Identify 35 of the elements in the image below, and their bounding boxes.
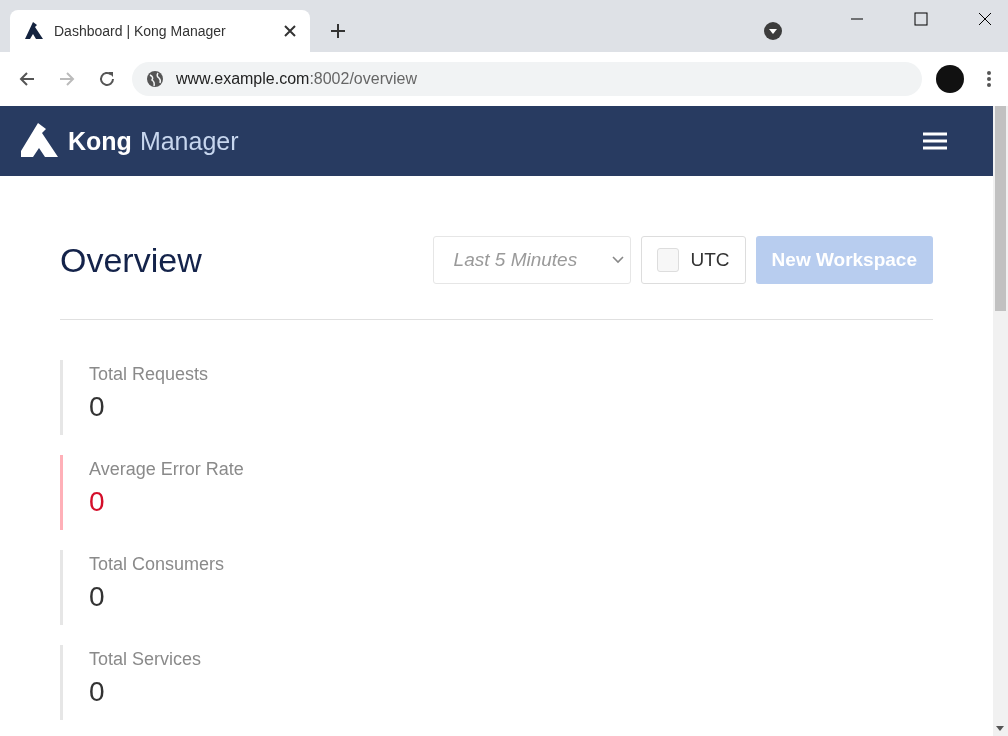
globe-icon	[146, 70, 164, 88]
logo-icon	[24, 21, 44, 41]
utc-toggle[interactable]: UTC	[640, 236, 746, 284]
back-icon[interactable]	[18, 70, 36, 88]
avatar-icon[interactable]	[936, 65, 964, 93]
address-bar[interactable]: www.example.com:8002/overview	[132, 62, 922, 96]
stat-label: Average Error Rate	[89, 459, 245, 480]
close-icon[interactable]	[284, 25, 296, 37]
close-icon[interactable]	[978, 12, 992, 26]
logo-icon	[20, 123, 60, 159]
browser-tab[interactable]: Dashboard | Kong Manager	[10, 10, 310, 52]
scroll-thumb[interactable]	[995, 106, 1006, 311]
scroll-down-icon[interactable]	[996, 726, 1004, 732]
utc-label: UTC	[690, 249, 730, 271]
stat-value: 0	[89, 676, 106, 708]
maximize-icon[interactable]	[914, 12, 928, 26]
stat-label: Total Requests	[89, 364, 210, 385]
checkbox[interactable]	[656, 248, 679, 272]
brand-subtitle: Manager	[139, 126, 239, 156]
page-title: Overview	[60, 240, 202, 280]
stat-value: 0	[89, 581, 106, 613]
url-text: www.example.com:8002/overview	[176, 70, 417, 88]
reload-icon[interactable]	[98, 70, 116, 88]
stat-value: 0	[89, 486, 106, 518]
chevron-down-icon	[611, 256, 624, 264]
tab-title: Dashboard | Kong Manager	[54, 23, 227, 39]
scrollbar[interactable]	[993, 106, 1008, 736]
stat-label: Total Services	[89, 649, 203, 670]
stat-label: Total Consumers	[89, 554, 226, 575]
brand-name: Kong	[68, 126, 132, 156]
new-tab-icon[interactable]	[330, 23, 346, 39]
stat-value: 0	[89, 391, 106, 423]
dropdown-icon[interactable]	[764, 22, 782, 40]
more-icon[interactable]	[986, 70, 992, 88]
menu-icon[interactable]	[923, 132, 947, 150]
